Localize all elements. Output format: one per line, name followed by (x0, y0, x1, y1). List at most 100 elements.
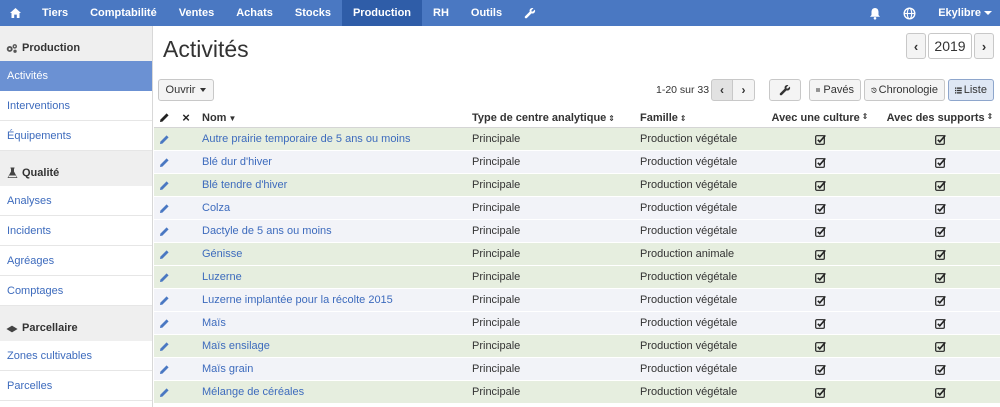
edit-row-button[interactable] (154, 249, 174, 260)
check-square-icon (814, 318, 826, 329)
wrench-icon[interactable] (513, 0, 547, 26)
chevron-right-icon: › (741, 83, 746, 97)
nav-item-production[interactable]: Production (341, 0, 423, 26)
edit-row-button[interactable] (154, 203, 174, 214)
edit-row-button[interactable] (154, 364, 174, 375)
check-square-icon (934, 226, 946, 237)
edit-row-button[interactable] (154, 134, 174, 145)
column-header-family[interactable]: Famille ⇕ (636, 112, 760, 124)
cell-family: Production végétale (640, 225, 738, 237)
activity-name-link[interactable]: Luzerne (198, 271, 468, 283)
edit-row-button[interactable] (154, 318, 174, 329)
open-dropdown-button[interactable]: Ouvrir (158, 79, 214, 101)
sidebar-item-agreages[interactable]: Agréages (0, 246, 152, 276)
column-header-name[interactable]: Nom ▼ (198, 112, 468, 124)
edit-row-button[interactable] (154, 157, 174, 168)
cell-type: Principale (472, 340, 521, 352)
pencil-icon (159, 226, 170, 237)
view-timeline-button[interactable]: Chronologie (864, 79, 945, 101)
cell-culture (760, 364, 880, 375)
cell-type: Principale (472, 156, 521, 168)
check-square-icon (934, 157, 946, 168)
view-timeline-label: Chronologie (878, 84, 938, 96)
sidebar-item-zones-cultivables[interactable]: Zones cultivables (0, 341, 152, 371)
activity-name-link[interactable]: Dactyle de 5 ans ou moins (198, 225, 468, 237)
nav-item-stocks[interactable]: Stocks (284, 0, 342, 26)
sidebar-item-incidents[interactable]: Incidents (0, 216, 152, 246)
next-year-button[interactable]: › (974, 33, 994, 59)
cell-supports (880, 387, 1000, 398)
table-row: Luzerne implantée pour la récolte 2015 Pr… (154, 289, 1000, 312)
activity-name-link[interactable]: Colza (198, 202, 468, 214)
cell-family: Production végétale (640, 317, 738, 329)
sidebar-item-equipements[interactable]: Équipements (0, 121, 152, 151)
view-blocks-button[interactable]: Pavés (809, 79, 861, 101)
pencil-icon (159, 341, 170, 352)
sidebar-item-parcelles[interactable]: Parcelles (0, 371, 152, 401)
sidebar-item-analyses[interactable]: Analyses (0, 186, 152, 216)
check-square-icon (814, 364, 826, 375)
cell-supports (880, 226, 1000, 237)
column-header-supports[interactable]: Avec des supports ⇕ (880, 112, 1000, 124)
nav-item-rh[interactable]: RH (422, 0, 460, 26)
activity-name-link[interactable]: Blé dur d'hiver (198, 156, 468, 168)
column-header-culture[interactable]: Avec une culture ⇕ (760, 112, 880, 124)
cell-family: Production végétale (640, 133, 738, 145)
cell-culture (760, 387, 880, 398)
nav-item-tiers[interactable]: Tiers (31, 0, 79, 26)
current-year[interactable]: 2019 (928, 33, 972, 59)
pencil-icon (159, 387, 170, 398)
sort-icon: ⇕ (861, 111, 869, 121)
sidebar-section-qualité: Qualité (0, 151, 152, 186)
nav-item-outils[interactable]: Outils (460, 0, 513, 26)
edit-row-button[interactable] (154, 226, 174, 237)
sidebar-item-comptages[interactable]: Comptages (0, 276, 152, 306)
table-row: Maïs grain Principale Production végétale (154, 358, 1000, 381)
cell-type: Principale (472, 317, 521, 329)
home-icon[interactable] (0, 0, 31, 26)
edit-row-button[interactable] (154, 272, 174, 283)
nav-item-achats[interactable]: Achats (225, 0, 284, 26)
check-square-icon (814, 180, 826, 191)
activity-name-link[interactable]: Luzerne implantée pour la récolte 2015 (198, 294, 468, 306)
cell-supports (880, 341, 1000, 352)
activity-name-link[interactable]: Autre prairie temporaire de 5 ans ou moi… (198, 133, 468, 145)
activity-name-link[interactable]: Mélange de céréales (198, 386, 468, 398)
cell-culture (760, 180, 880, 191)
activity-name-link[interactable]: Maïs ensilage (198, 340, 468, 352)
table-row: Blé dur d'hiver Principale Production végé… (154, 151, 1000, 174)
activity-name-link[interactable]: Maïs grain (198, 363, 468, 375)
column-header-name-label: Nom (202, 111, 227, 124)
next-page-button[interactable]: › (733, 79, 755, 101)
activity-name-link[interactable]: Maïs (198, 317, 468, 329)
sort-icon: ⇕ (608, 113, 615, 123)
check-square-icon (934, 272, 946, 283)
edit-row-button[interactable] (154, 341, 174, 352)
bell-icon[interactable] (858, 0, 892, 26)
previous-year-button[interactable]: ‹ (906, 33, 926, 59)
pencil-icon (159, 134, 170, 145)
sort-desc-icon: ▼ (228, 113, 237, 123)
nav-item-ventes[interactable]: Ventes (168, 0, 225, 26)
edit-row-button[interactable] (154, 180, 174, 191)
list-settings-button[interactable] (769, 79, 801, 101)
main-content: Activités ‹ 2019 › Ouvrir 1-20 sur 33 ‹ … (154, 26, 1000, 407)
edit-row-button[interactable] (154, 295, 174, 306)
pencil-icon (159, 272, 170, 283)
sidebar-item-activites[interactable]: Activités (0, 61, 152, 91)
user-menu[interactable]: Ekylibre (927, 0, 1000, 26)
nav-item-comptabilit-[interactable]: Comptabilité (79, 0, 168, 26)
chevron-down-icon (984, 11, 992, 15)
globe-icon[interactable] (892, 0, 927, 26)
edit-row-button[interactable] (154, 387, 174, 398)
cell-culture (760, 318, 880, 329)
view-list-button[interactable]: Liste (948, 79, 994, 101)
sidebar-item-interventions[interactable]: Interventions (0, 91, 152, 121)
chevron-left-icon: ‹ (720, 83, 724, 97)
previous-page-button[interactable]: ‹ (711, 79, 733, 101)
cell-supports (880, 157, 1000, 168)
pagination-controls: ‹ › (711, 79, 755, 101)
activity-name-link[interactable]: Génisse (198, 248, 468, 260)
column-header-type[interactable]: Type de centre analytique ⇕ (468, 112, 636, 124)
activity-name-link[interactable]: Blé tendre d'hiver (198, 179, 468, 191)
